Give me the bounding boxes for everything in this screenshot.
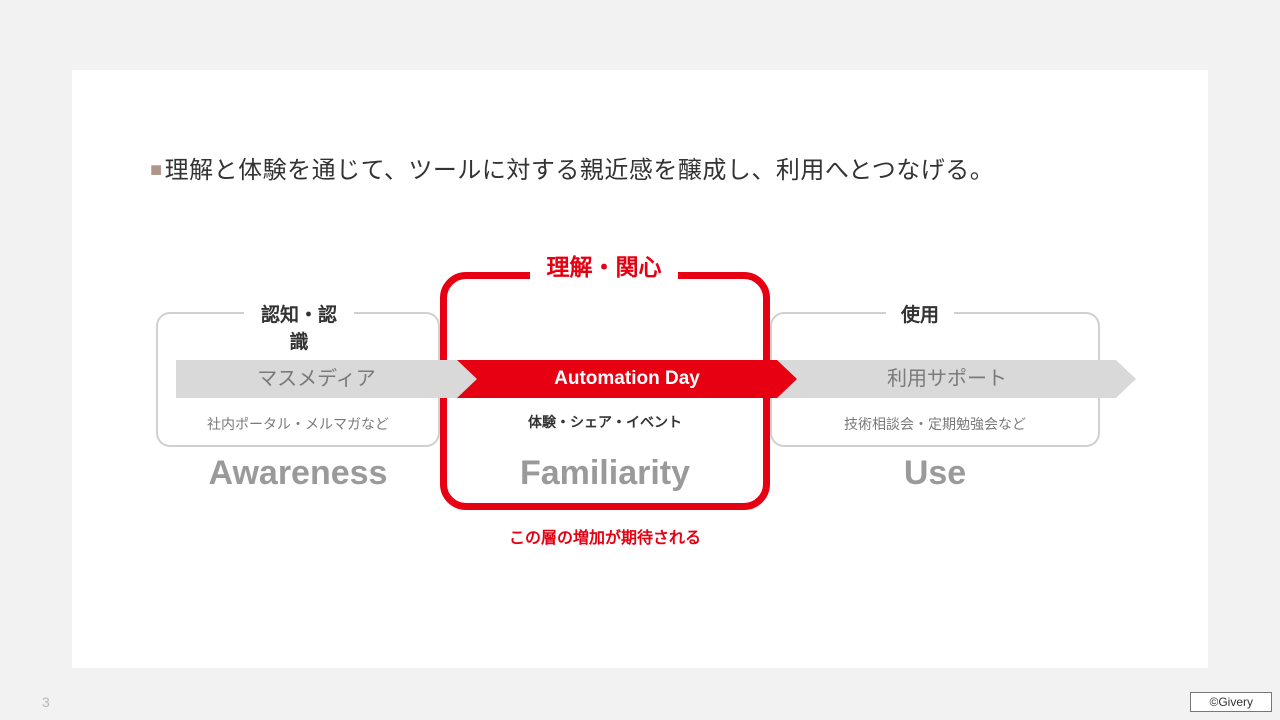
stage-sub-awareness: 社内ポータル・メルマガなど — [156, 414, 440, 434]
stage-sub-familiarity: 体験・シェア・イベント — [440, 412, 770, 432]
page-number: 3 — [42, 694, 50, 710]
slide-canvas: ■理解と体験を通じて、ツールに対する親近感を醸成し、利用へとつなげる。 認知・認… — [0, 0, 1280, 720]
highlight-caption: この層の増加が期待される — [440, 524, 770, 548]
stage-jp-label-use: 使用 — [886, 300, 954, 327]
copyright-badge: ©Givery — [1190, 692, 1272, 712]
bullet-icon: ■ — [150, 159, 163, 181]
arrow-label-familiarity: Automation Day — [457, 360, 797, 398]
stage-en-awareness: Awareness — [156, 454, 440, 493]
heading-text: 理解と体験を通じて、ツールに対する親近感を醸成し、利用へとつなげる。 — [165, 157, 995, 184]
stage-en-use: Use — [770, 454, 1100, 493]
arrow-label-use: 利用サポート — [797, 360, 1097, 398]
stage-jp-label-awareness: 認知・認識 — [244, 300, 354, 354]
arrow-label-awareness: マスメディア — [176, 360, 457, 398]
stage-sub-use: 技術相談会・定期勉強会など — [770, 414, 1100, 434]
stage-jp-label-familiarity: 理解・関心 — [530, 248, 678, 282]
stage-en-familiarity: Familiarity — [440, 454, 770, 493]
slide-heading: ■理解と体験を通じて、ツールに対する親近感を醸成し、利用へとつなげる。 — [150, 150, 994, 185]
